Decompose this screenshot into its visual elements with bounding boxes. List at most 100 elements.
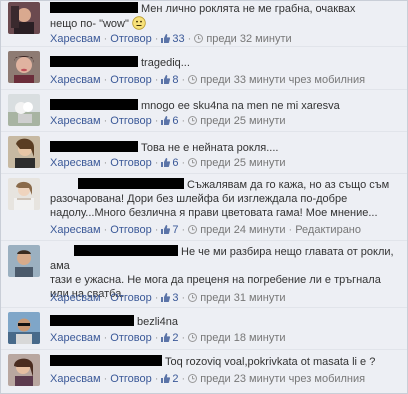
clock-icon [188, 115, 198, 125]
reply-link[interactable]: Отговор [110, 157, 151, 169]
comment-meta: Харесвам · Отговор · 3 · преди 31 минути [50, 292, 286, 304]
timestamp: преди 31 минути [200, 292, 286, 304]
avatar[interactable] [8, 94, 40, 126]
comment-meta: Харесвам · Отговор · 6 · преди 25 минути [50, 115, 286, 127]
comment-body: tragediq... [50, 56, 401, 70]
comment-item: Това не е нейната рокля.... Харесвам · Отг… [1, 131, 407, 174]
comment-text: bezli4na [50, 315, 401, 329]
like-count[interactable]: 6 [161, 115, 179, 127]
comment-text: разочарована! Дори без шлейфа би изглежд… [50, 192, 401, 206]
comment-text-line: Мен лично роклята не ме грабна, очаквах [141, 3, 356, 15]
redacted-author[interactable] [50, 141, 138, 152]
like-link[interactable]: Харесвам [50, 115, 101, 127]
comment-text-line: bezli4na [137, 316, 178, 328]
like-link[interactable]: Харесвам [50, 157, 101, 169]
clock-icon [188, 224, 198, 234]
timestamp: преди 18 минути [200, 332, 286, 344]
comment-body: Мен лично роклята не ме грабна, очаквах … [50, 2, 401, 31]
avatar[interactable] [8, 178, 40, 210]
redacted-author[interactable] [78, 178, 184, 189]
thumbs-up-icon [161, 115, 171, 125]
comment-item: mnogo ee sku4na na men ne mi xaresva Хар… [1, 89, 407, 132]
comment-text: Не че ми разбира нещо главата от рокли, … [50, 245, 401, 273]
timestamp: преди 23 минути чрез мобилния [200, 373, 366, 385]
redacted-author[interactable] [50, 2, 138, 13]
comment-text-line: mnogo ee sku4na na men ne mi xaresva [141, 100, 340, 112]
reply-link[interactable]: Отговор [110, 332, 151, 344]
comment-text: Съжалявам да го кажа, но аз също съм [50, 178, 401, 192]
like-count[interactable]: 3 [161, 292, 179, 304]
comment-text-line: Това не е нейната рокля.... [141, 142, 279, 154]
reply-link[interactable]: Отговор [110, 74, 151, 86]
comment-meta: Харесвам · Отговор · 2 · преди 18 минути [50, 332, 286, 344]
redacted-author[interactable] [50, 56, 138, 67]
like-count[interactable]: 2 [161, 332, 179, 344]
timestamp: преди 25 минути [200, 157, 286, 169]
comment-text: Мен лично роклята не ме грабна, очаквах [50, 2, 401, 16]
like-count[interactable]: 8 [161, 74, 179, 86]
reply-link[interactable]: Отговор [110, 373, 151, 385]
comment-text: надолу...Много безлична я прави цветоват… [50, 206, 401, 220]
clock-icon [188, 292, 198, 302]
comment-meta: Харесвам · Отговор · 8 · преди 33 минути чрез … [50, 74, 366, 86]
thumbs-up-icon [161, 74, 171, 84]
comment-meta: Харесвам · Отговор · 33 · преди 32 минути [50, 33, 292, 45]
comment-body: Съжалявам да го кажа, но аз също съм раз… [50, 178, 401, 220]
reply-link[interactable]: Отговор [110, 292, 151, 304]
like-count[interactable]: 7 [161, 224, 179, 236]
comment-text-line: Съжалявам да го кажа, но аз също съм [187, 179, 390, 191]
timestamp: преди 32 минути [206, 33, 292, 45]
clock-icon [188, 332, 198, 342]
thumbs-up-icon [161, 157, 171, 167]
avatar[interactable] [8, 2, 40, 34]
redacted-author[interactable] [74, 245, 178, 256]
like-link[interactable]: Харесвам [50, 33, 101, 45]
comment-text: tragediq... [50, 56, 401, 70]
comment-meta: Харесвам · Отговор · 7 · преди 24 минути · Редак… [50, 224, 361, 236]
comment-meta: Харесвам · Отговор · 6 · преди 25 минути [50, 157, 286, 169]
like-link[interactable]: Харесвам [50, 332, 101, 344]
redacted-author[interactable] [50, 315, 134, 326]
timestamp: преди 24 минути [200, 224, 286, 236]
like-link[interactable]: Харесвам [50, 373, 101, 385]
comment-item: Съжалявам да го кажа, но аз също съм раз… [1, 173, 407, 241]
edited-label[interactable]: Редактирано [295, 224, 361, 236]
comment-item: Toq rozoviq voal,pokrivkata ot masata li… [1, 349, 407, 393]
comment-text-line: разочарована! Дори без шлейфа би изглежд… [50, 193, 348, 205]
like-link[interactable]: Харесвам [50, 74, 101, 86]
clock-icon [188, 373, 198, 383]
like-count[interactable]: 2 [161, 373, 179, 385]
like-link[interactable]: Харесвам [50, 224, 101, 236]
comment-text: Toq rozoviq voal,pokrivkata ot masata li… [50, 355, 401, 369]
clock-icon [188, 74, 198, 84]
avatar[interactable] [8, 51, 40, 83]
avatar[interactable] [8, 136, 40, 168]
redacted-author[interactable] [50, 355, 162, 366]
comment-text: mnogo ee sku4na na men ne mi xaresva [50, 99, 401, 113]
avatar[interactable] [8, 245, 40, 277]
reply-link[interactable]: Отговор [110, 115, 151, 127]
comment-text: Това не е нейната рокля.... [50, 141, 401, 155]
reply-link[interactable]: Отговор [110, 33, 151, 45]
avatar[interactable] [8, 354, 40, 386]
comment-text-line: Toq rozoviq voal,pokrivkata ot masata li… [165, 356, 376, 368]
comment-text-line: нещо по- "wow" [50, 18, 129, 30]
comment-body: mnogo ee sku4na na men ne mi xaresva [50, 99, 401, 113]
comment-text-line: надолу...Много безлична я прави цветоват… [50, 207, 378, 219]
thumbs-up-icon [161, 224, 171, 234]
thumbs-up-icon [161, 33, 171, 43]
comment-text: тази е ужасна. Не мога да преценя на пог… [50, 273, 401, 287]
like-count[interactable]: 6 [161, 157, 179, 169]
comment-text-line: tragediq... [141, 57, 190, 69]
avatar[interactable] [8, 312, 40, 344]
comment-item: bezli4na Харесвам · Отговор · 2 · преди 18 мин… [1, 307, 407, 350]
comment-body: bezli4na [50, 315, 401, 329]
redacted-author[interactable] [50, 99, 138, 110]
comment-item: tragediq... Харесвам · Отговор · 8 · преди 33 … [1, 46, 407, 90]
thumbs-up-icon [161, 292, 171, 302]
clock-icon [194, 33, 204, 43]
like-count[interactable]: 33 [161, 33, 185, 45]
like-link[interactable]: Харесвам [50, 292, 101, 304]
reply-link[interactable]: Отговор [110, 224, 151, 236]
comments-panel: Мен лично роклята не ме грабна, очаквах … [0, 0, 408, 394]
